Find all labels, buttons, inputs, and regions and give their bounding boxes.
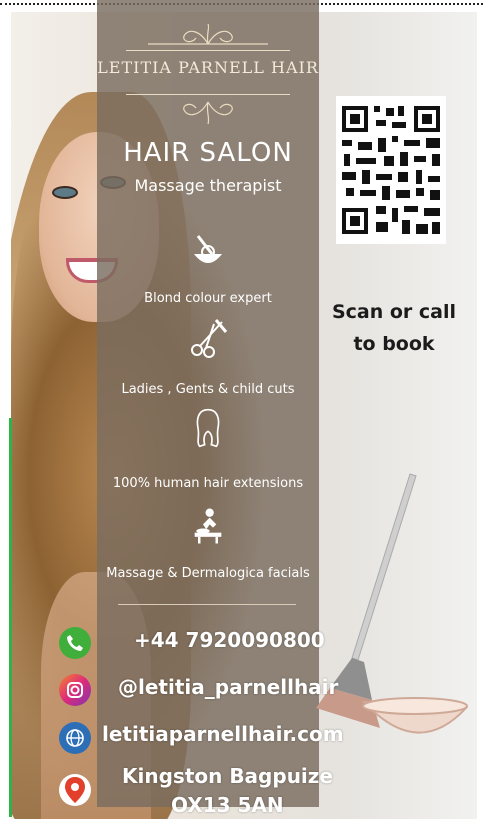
address-line-1: Kingston Bagpuize	[122, 764, 333, 788]
phone-icon[interactable]	[59, 627, 91, 659]
service-label: 100% human hair extensions	[112, 476, 304, 491]
globe-icon[interactable]	[59, 722, 91, 754]
salon-title: HAIR SALON	[123, 138, 293, 168]
service-label: Ladies , Gents & child cuts	[121, 382, 295, 397]
location-pin-icon	[59, 774, 91, 806]
cta-line-2: to book	[353, 333, 435, 355]
top-ornament-icon	[148, 23, 268, 45]
scissors-comb-icon	[191, 319, 228, 358]
cta-line-1: Scan or call	[331, 301, 457, 323]
address-line-2: OX13 5AN	[171, 793, 284, 817]
eye-left	[52, 186, 78, 199]
contact-divider	[118, 604, 296, 605]
bottom-ornament-icon	[183, 101, 233, 125]
bottom-rule	[126, 94, 290, 95]
instagram-icon[interactable]	[59, 674, 91, 706]
website-link[interactable]: letitiaparnellhair.com	[102, 722, 344, 746]
phone-number[interactable]: +44 7920090800	[134, 628, 325, 652]
brand-name: LETITIA PARNELL HAIR	[97, 58, 319, 77]
massage-icon	[194, 508, 222, 544]
hair-dye-bowl-icon	[194, 235, 222, 263]
salon-subtitle: Massage therapist	[134, 176, 282, 195]
service-label: Massage & Dermalogica facials	[106, 566, 310, 581]
top-rule	[126, 50, 290, 51]
qr-code[interactable]	[336, 96, 446, 244]
instagram-handle[interactable]: @letitia_parnellhair	[118, 675, 338, 699]
left-green-border	[9, 418, 12, 817]
service-label: Blond colour expert	[144, 291, 272, 306]
hair-silhouette-icon	[196, 408, 220, 448]
booking-cta: Scan or call to book	[323, 296, 465, 360]
